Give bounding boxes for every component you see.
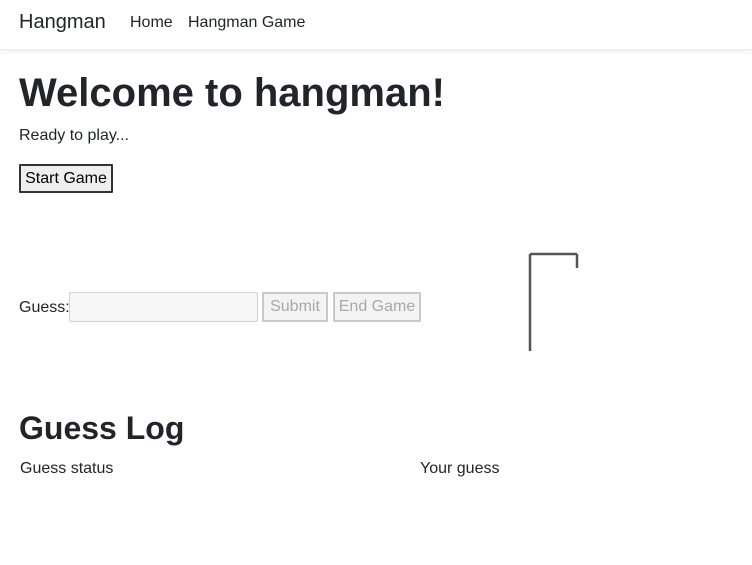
nav-link-home[interactable]: Home: [130, 14, 173, 32]
nav-link-hangman-game[interactable]: Hangman Game: [188, 14, 305, 32]
brand-link[interactable]: Hangman: [19, 11, 106, 34]
submit-button[interactable]: Submit: [262, 292, 328, 322]
column-header-guess-status: Guess status: [20, 460, 114, 477]
game-status-text: Ready to play...: [19, 127, 129, 144]
end-game-button[interactable]: End Game: [333, 292, 421, 322]
start-game-button[interactable]: Start Game: [19, 164, 113, 193]
guess-label: Guess:: [19, 299, 70, 316]
column-header-your-guess: Your guess: [420, 460, 500, 477]
gallows-drawing: [528, 252, 579, 351]
navbar: Hangman Home Hangman Game: [0, 0, 752, 50]
guess-log-title: Guess Log: [19, 410, 185, 446]
guess-input[interactable]: [69, 292, 258, 322]
page-title: Welcome to hangman!: [19, 71, 445, 115]
